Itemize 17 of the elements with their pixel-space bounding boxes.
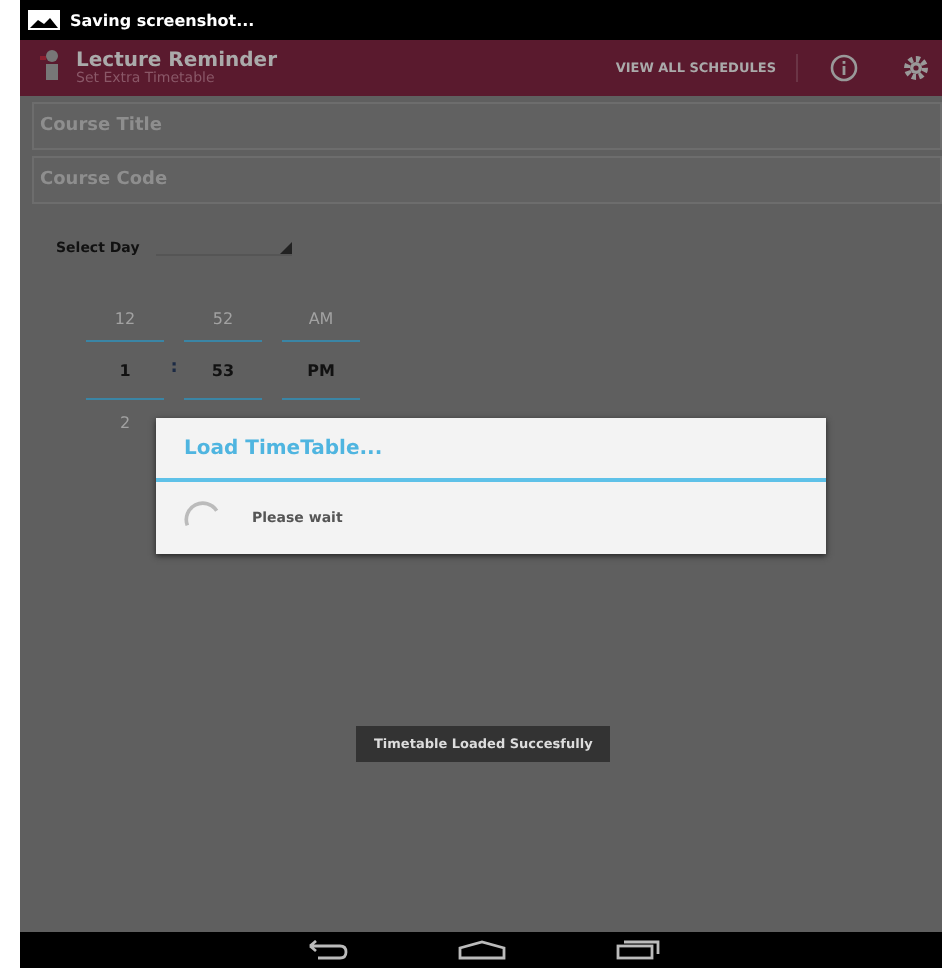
time-separator: : xyxy=(168,358,180,378)
settings-icon[interactable] xyxy=(902,54,930,82)
dialog-title: Load TimeTable... xyxy=(156,418,826,482)
dropdown-arrow-icon xyxy=(279,242,292,254)
picker-value[interactable]: 52 xyxy=(212,296,234,340)
picker-selected-value[interactable]: PM xyxy=(282,340,360,400)
app-title: Lecture Reminder xyxy=(76,49,279,72)
recent-apps-icon[interactable] xyxy=(615,940,659,960)
picker-value[interactable]: AM xyxy=(308,296,334,340)
picker-value[interactable]: 2 xyxy=(119,400,131,444)
picker-value[interactable]: 12 xyxy=(114,296,136,340)
picker-selected-value[interactable]: 1 xyxy=(86,340,164,400)
screenshot-icon xyxy=(28,10,60,30)
info-icon[interactable] xyxy=(830,54,858,82)
home-icon[interactable] xyxy=(457,940,505,960)
notification-text: Saving screenshot... xyxy=(70,11,255,29)
picker-selected-value[interactable]: 53 xyxy=(184,340,262,400)
